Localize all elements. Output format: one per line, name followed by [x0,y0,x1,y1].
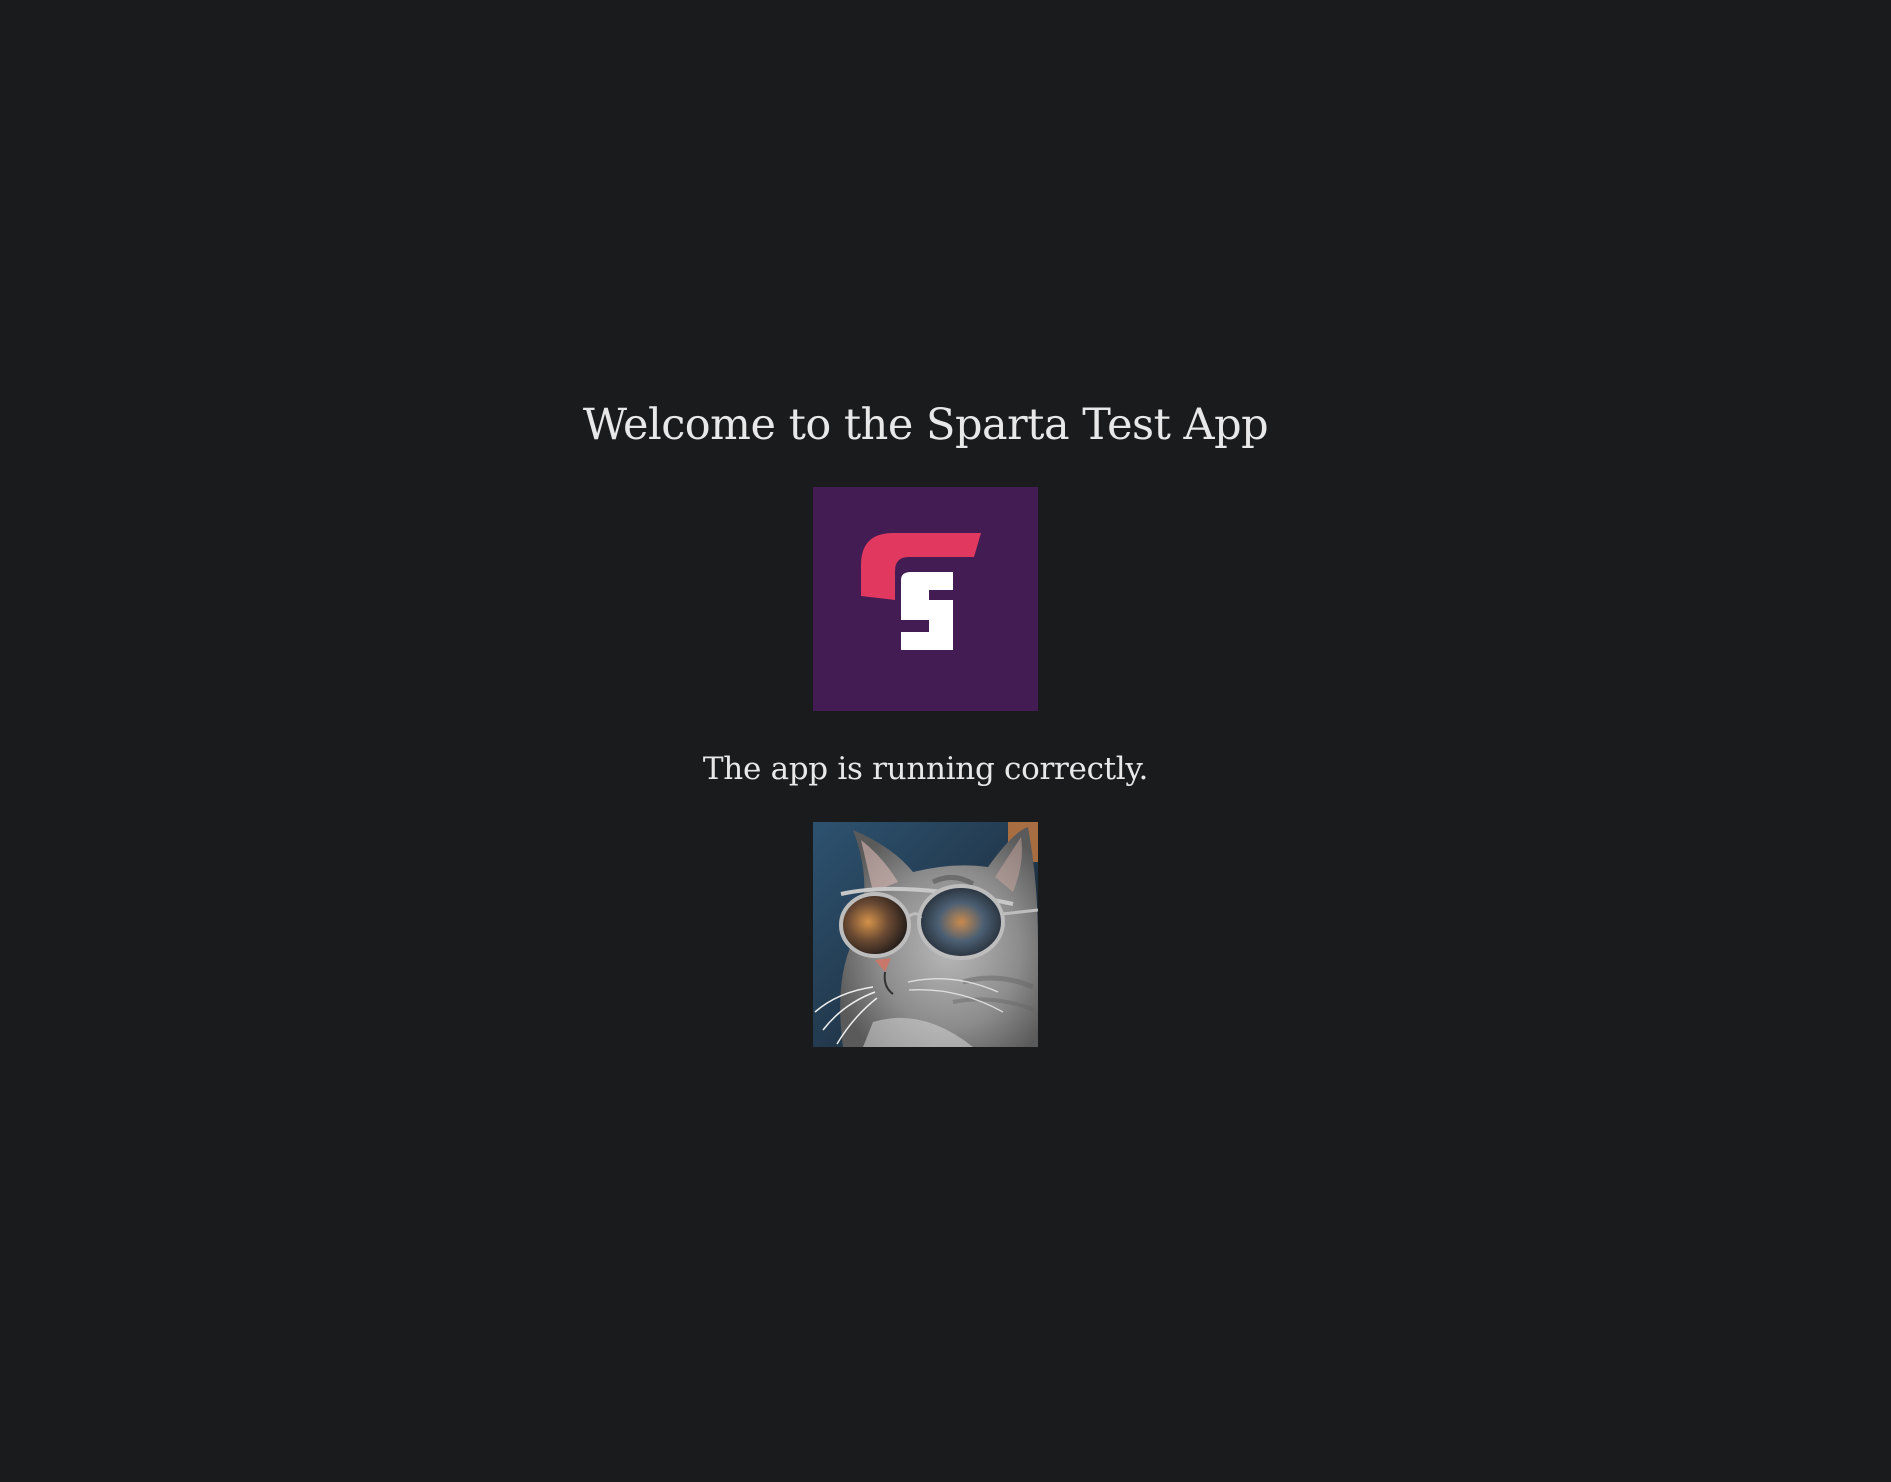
page-title: Welcome to the Sparta Test App [582,400,1269,450]
status-message: The app is running correctly. [702,751,1149,787]
cat-with-sunglasses-image [813,822,1038,1047]
sparta-logo-icon [813,487,1038,711]
app-page: Welcome to the Sparta Test App The app i… [0,0,1891,1482]
